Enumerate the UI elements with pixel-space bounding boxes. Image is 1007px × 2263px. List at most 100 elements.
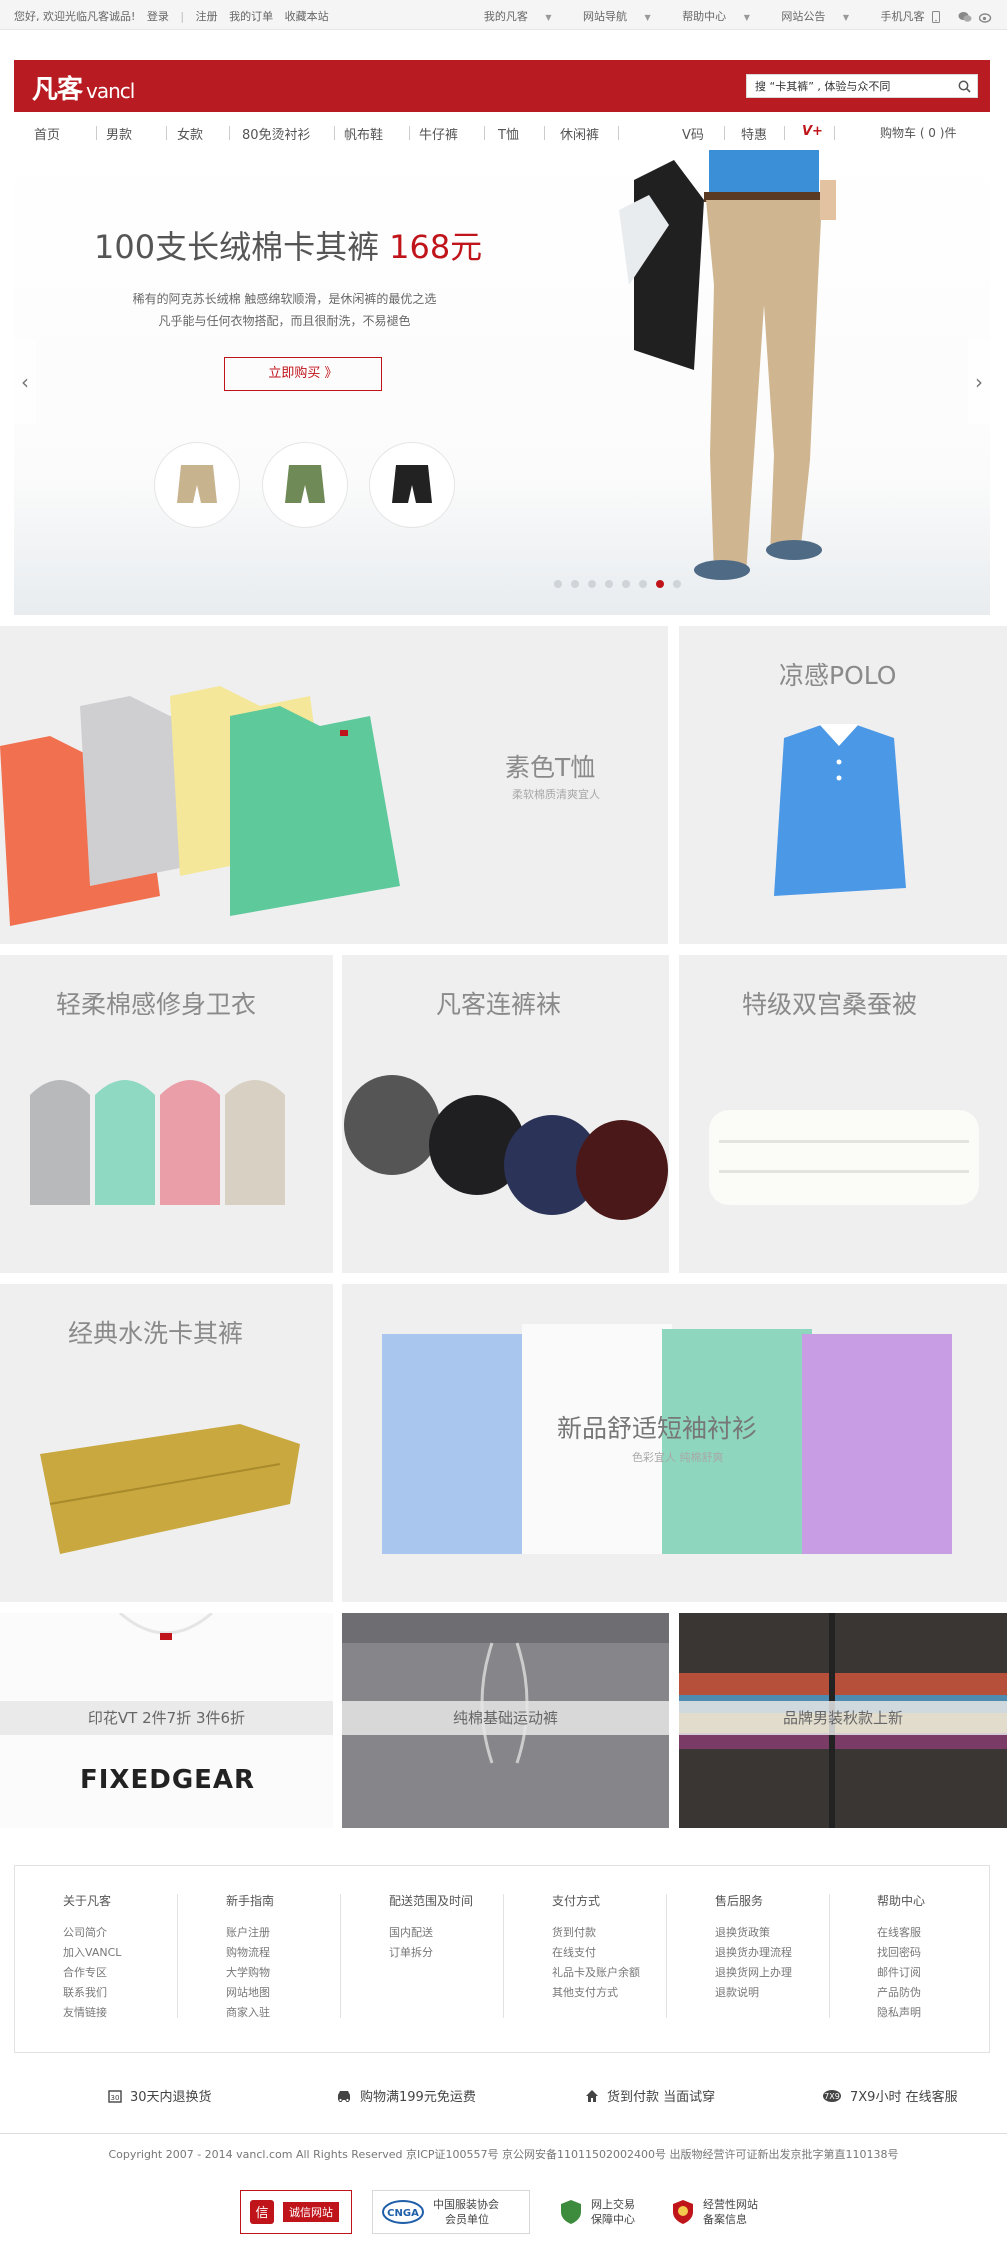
- nav-item-women[interactable]: 女款: [177, 124, 203, 143]
- my-orders-link[interactable]: 我的订单: [229, 10, 273, 23]
- silk-quilt-image: [709, 1110, 979, 1205]
- thumb-black-shorts[interactable]: [369, 442, 455, 528]
- buy-now-button[interactable]: 立即购买 》: [224, 357, 382, 391]
- nav-item-men[interactable]: 男款: [106, 124, 132, 143]
- phone-icon: [932, 11, 940, 23]
- car-icon: [338, 2091, 350, 2102]
- hero-dot[interactable]: [639, 580, 647, 588]
- login-link[interactable]: 登录: [147, 10, 169, 23]
- nav-item-home[interactable]: 首页: [34, 124, 60, 143]
- badge-label: 诚信网站: [283, 2202, 339, 2222]
- chevron-down-icon: ▼: [743, 13, 750, 22]
- hero-next-button[interactable]: ›: [968, 340, 990, 424]
- footer-link[interactable]: 隐私声明: [877, 2003, 1007, 2023]
- tile-short-sleeve-shirt[interactable]: 新品舒适短袖衬衫 色彩宜人 纯棉舒爽: [342, 1284, 1007, 1602]
- announcements-menu[interactable]: 网站公告 ▼: [767, 10, 849, 23]
- wechat-link[interactable]: [958, 10, 976, 23]
- badge-trade-security[interactable]: 网上交易 保障中心: [550, 2190, 662, 2234]
- tile-slim-hoodie[interactable]: 轻柔棉感修身卫衣: [0, 955, 333, 1273]
- site-nav-menu[interactable]: 网站导航 ▼: [569, 10, 651, 23]
- footer-link[interactable]: 退换货政策: [715, 1923, 865, 1943]
- footer-link[interactable]: 货到付款: [552, 1923, 702, 1943]
- top-bar: 您好, 欢迎光临凡客诚品! 登录 | 注册 我的订单 收藏本站 我的凡客 ▼ 网…: [0, 0, 1007, 30]
- tile-title: 轻柔棉感修身卫衣: [56, 990, 257, 1019]
- footer-col-about: 关于凡客 公司简介 加入VANCL 合作专区 联系我们 友情链接: [63, 1892, 213, 2023]
- footer-link[interactable]: 账户注册: [226, 1923, 376, 1943]
- nav-item-casual-pants[interactable]: 休闲裤: [560, 124, 599, 143]
- service-label: 货到付款 当面试穿: [607, 2090, 716, 2105]
- footer-link[interactable]: 在线客服: [877, 1923, 1007, 1943]
- footer-link[interactable]: 退换货网上办理: [715, 1963, 865, 1983]
- footer-link[interactable]: 公司简介: [63, 1923, 213, 1943]
- tile-printed-vt[interactable]: 印花VT 2件7折 3件6折 FIXEDGEAR: [0, 1613, 333, 1828]
- footer-link[interactable]: 退换货办理流程: [715, 1943, 865, 1963]
- cart-link[interactable]: 购物车 ( 0 )件: [880, 124, 956, 141]
- tile-washed-khaki[interactable]: 经典水洗卡其裤: [0, 1284, 333, 1602]
- tile-pantyhose[interactable]: 凡客连裤袜: [342, 955, 669, 1273]
- vancl-logo[interactable]: 凡客 vancl: [32, 69, 135, 106]
- footer-link[interactable]: 其他支付方式: [552, 1983, 702, 2003]
- weibo-link[interactable]: [978, 10, 993, 23]
- weibo-icon: [978, 13, 992, 23]
- headset-icon: 7X9: [823, 2089, 841, 2102]
- green-shorts-image: [285, 465, 325, 503]
- footer-link[interactable]: 国内配送: [389, 1923, 539, 1943]
- footer-link[interactable]: 退款说明: [715, 1983, 865, 2003]
- footer-link[interactable]: 产品防伪: [877, 1983, 1007, 2003]
- bookmark-link[interactable]: 收藏本站: [285, 10, 329, 23]
- footer-link[interactable]: 网站地图: [226, 1983, 376, 2003]
- nav-item-canvas-shoes[interactable]: 帆布鞋: [344, 124, 383, 143]
- hero-dot[interactable]: [622, 580, 630, 588]
- badge-label: 中国服装协会: [433, 2198, 499, 2211]
- footer-link[interactable]: 加入VANCL: [63, 1943, 213, 1963]
- nav-item-non-iron-shirt[interactable]: 80免烫衬衫: [242, 124, 311, 143]
- footer-link[interactable]: 邮件订阅: [877, 1963, 1007, 1983]
- hero-dot[interactable]: [571, 580, 579, 588]
- hero-dot[interactable]: [554, 580, 562, 588]
- nav-item-v-code[interactable]: V码: [682, 124, 704, 143]
- footer-link[interactable]: 在线支付: [552, 1943, 702, 1963]
- hero-dot[interactable]: [605, 580, 613, 588]
- hero-dot[interactable]: [673, 580, 681, 588]
- khaki-shorts-image: [177, 465, 217, 503]
- tile-cool-polo[interactable]: 凉感POLO: [679, 626, 1007, 944]
- nav-item-special[interactable]: 特惠: [741, 124, 767, 143]
- register-link[interactable]: 注册: [196, 10, 218, 23]
- tile-autumn-menswear[interactable]: 品牌男装秋款上新: [679, 1613, 1007, 1828]
- mobile-vancl-link[interactable]: 手机凡客: [867, 10, 944, 23]
- badge-label: 备案信息: [703, 2213, 747, 2226]
- badge-cnga[interactable]: CNGA 中国服装协会 会员单位: [372, 2190, 530, 2234]
- nav-item-jeans[interactable]: 牛仔裤: [419, 124, 458, 143]
- tile-plain-tshirt[interactable]: 素色T恤 柔软棉质清爽宜人: [0, 626, 668, 944]
- nav-item-vplus[interactable]: V+: [802, 124, 823, 139]
- tile-sweatpants[interactable]: 纯棉基础运动裤: [342, 1613, 669, 1828]
- footer-link[interactable]: 大学购物: [226, 1963, 376, 1983]
- footer-link[interactable]: 找回密码: [877, 1943, 1007, 1963]
- credit-seal-icon: 信: [250, 2200, 274, 2224]
- footer-link[interactable]: 合作专区: [63, 1963, 213, 1983]
- service-free-shipping: 购物满199元免运费: [336, 2086, 476, 2105]
- footer-link[interactable]: 礼品卡及账户余额: [552, 1963, 702, 1983]
- thumb-khaki-shorts[interactable]: [154, 442, 240, 528]
- help-center-menu[interactable]: 帮助中心 ▼: [668, 10, 750, 23]
- search-input[interactable]: [747, 75, 947, 97]
- thumb-green-shorts[interactable]: [262, 442, 348, 528]
- tile-silk-quilt[interactable]: 特级双宫桑蚕被: [679, 955, 1007, 1273]
- footer-link[interactable]: 友情链接: [63, 2003, 213, 2023]
- tile-label: 纯棉基础运动裤: [342, 1701, 669, 1735]
- black-shorts-image: [392, 465, 432, 503]
- my-vancl-menu[interactable]: 我的凡客 ▼: [470, 10, 552, 23]
- hero-prev-button[interactable]: ‹: [14, 340, 36, 424]
- hero-title-text: 100支长绒棉卡其裤: [94, 228, 380, 266]
- footer-link[interactable]: 订单拆分: [389, 1943, 539, 1963]
- footer-link[interactable]: 购物流程: [226, 1943, 376, 1963]
- badge-credit-site[interactable]: 信 诚信网站: [240, 2190, 352, 2234]
- footer-link[interactable]: 商家入驻: [226, 2003, 376, 2023]
- nav-item-tshirt[interactable]: T恤: [498, 124, 519, 143]
- badge-business-site[interactable]: 经营性网站 备案信息: [662, 2190, 780, 2234]
- search-button[interactable]: [951, 75, 977, 97]
- shield-icon: [561, 2200, 581, 2224]
- hero-dot[interactable]: [656, 580, 664, 588]
- hero-dot[interactable]: [588, 580, 596, 588]
- footer-link[interactable]: 联系我们: [63, 1983, 213, 2003]
